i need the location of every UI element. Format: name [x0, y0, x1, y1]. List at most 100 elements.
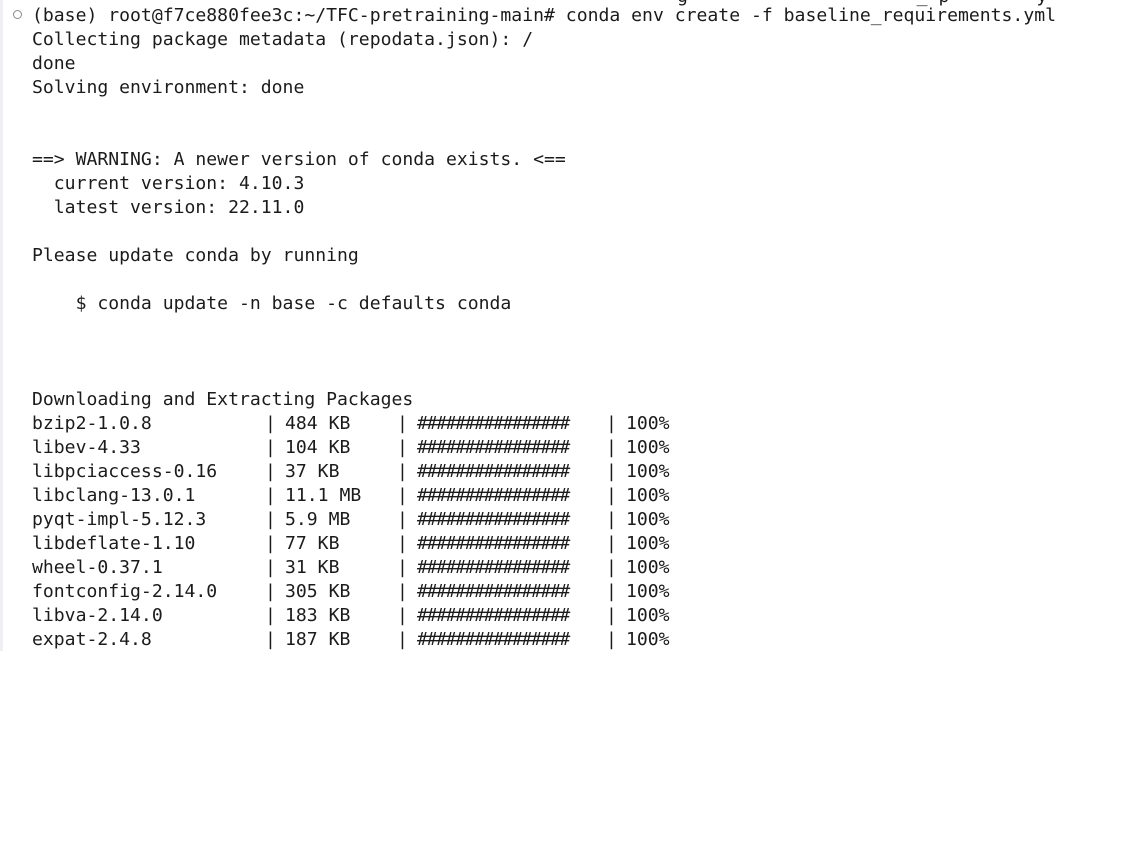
column-separator: | — [265, 581, 276, 602]
package-size: 77 KB — [285, 533, 340, 554]
column-separator: | — [397, 605, 408, 626]
progress-percent: 100% — [626, 413, 670, 434]
column-separator: | — [397, 581, 408, 602]
update-hint-line: Please update conda by running — [32, 245, 359, 266]
shell-prompt: (base) root@f7ce880fee3c:~/TFC-pretraini… — [32, 5, 555, 26]
previous-line-fragment: g _ p y — [677, 0, 1047, 9]
column-separator: | — [265, 485, 276, 506]
progress-percent: 100% — [626, 437, 670, 458]
progress-bar: ################ — [417, 629, 570, 650]
column-separator: | — [397, 437, 408, 458]
column-separator: | — [265, 629, 276, 650]
package-name: wheel-0.37.1 — [32, 557, 163, 578]
warning-line: ==> WARNING: A newer version of conda ex… — [32, 149, 566, 170]
progress-bar: ################ — [417, 581, 570, 602]
package-row: libclang-13.0.1 | 11.1 MB | ############… — [32, 484, 1145, 508]
output-line: done — [32, 53, 76, 74]
package-row: libdeflate-1.10 | 77 KB | ##############… — [32, 532, 1145, 556]
column-separator: | — [606, 557, 617, 578]
package-name: libclang-13.0.1 — [32, 485, 196, 506]
progress-percent: 100% — [626, 461, 670, 482]
column-separator: | — [265, 557, 276, 578]
package-size: 31 KB — [285, 557, 340, 578]
package-name: libpciaccess-0.16 — [32, 461, 218, 482]
terminal-output[interactable]: g _ p y (base) root@f7ce880fee3c:~/TFC-p… — [32, 0, 1145, 652]
column-separator: | — [397, 533, 408, 554]
package-name: libdeflate-1.10 — [32, 533, 196, 554]
progress-percent: 100% — [626, 581, 670, 602]
package-row: wheel-0.37.1 | 31 KB | ################ … — [32, 556, 1145, 580]
output-block: Collecting package metadata (repodata.js… — [32, 28, 1145, 412]
progress-percent: 100% — [626, 629, 670, 650]
column-separator: | — [606, 533, 617, 554]
package-size: 11.1 MB — [285, 485, 362, 506]
package-row: bzip2-1.0.8 | 484 KB | ################ … — [32, 412, 1145, 436]
column-separator: | — [606, 413, 617, 434]
progress-percent: 100% — [626, 485, 670, 506]
progress-bar: ################ — [417, 509, 570, 530]
package-name: pyqt-impl-5.12.3 — [32, 509, 207, 530]
column-separator: | — [606, 437, 617, 458]
package-size: 484 KB — [285, 413, 351, 434]
package-size: 305 KB — [285, 581, 351, 602]
column-separator: | — [606, 605, 617, 626]
package-row: libpciaccess-0.16 | 37 KB | ############… — [32, 460, 1145, 484]
column-separator: | — [265, 605, 276, 626]
progress-bar: ################ — [417, 533, 570, 554]
column-separator: | — [265, 437, 276, 458]
package-size: 187 KB — [285, 629, 351, 650]
column-separator: | — [606, 461, 617, 482]
package-size: 104 KB — [285, 437, 351, 458]
progress-bar: ################ — [417, 437, 570, 458]
progress-bar: ################ — [417, 605, 570, 626]
progress-bar: ################ — [417, 557, 570, 578]
current-version-line: current version: 4.10.3 — [32, 173, 305, 194]
progress-bar: ################ — [417, 413, 570, 434]
package-name: libva-2.14.0 — [32, 605, 163, 626]
column-separator: | — [265, 413, 276, 434]
column-separator: | — [606, 485, 617, 506]
progress-bar: ################ — [417, 485, 570, 506]
package-row: fontconfig-2.14.0 | 305 KB | ###########… — [32, 580, 1145, 604]
update-command-line: $ conda update -n base -c defaults conda — [32, 293, 512, 314]
package-row: libev-4.33 | 104 KB | ################ |… — [32, 436, 1145, 460]
package-row: expat-2.4.8 | 187 KB | ################ … — [32, 628, 1145, 652]
package-name: expat-2.4.8 — [32, 629, 152, 650]
command-status-circle-icon[interactable] — [13, 10, 22, 19]
output-line: Solving environment: done — [32, 77, 305, 98]
progress-percent: 100% — [626, 557, 670, 578]
column-separator: | — [397, 413, 408, 434]
package-row: libva-2.14.0 | 183 KB | ################… — [32, 604, 1145, 628]
output-line: Collecting package metadata (repodata.js… — [32, 29, 534, 50]
column-separator: | — [397, 629, 408, 650]
column-separator: | — [265, 533, 276, 554]
package-name: fontconfig-2.14.0 — [32, 581, 218, 602]
column-separator: | — [397, 557, 408, 578]
progress-bar: ################ — [417, 461, 570, 482]
column-separator: | — [606, 509, 617, 530]
package-name: libev-4.33 — [32, 437, 141, 458]
latest-version-line: latest version: 22.11.0 — [32, 197, 305, 218]
column-separator: | — [397, 461, 408, 482]
column-separator: | — [606, 581, 617, 602]
column-separator: | — [606, 629, 617, 650]
package-size: 37 KB — [285, 461, 340, 482]
downloading-header: Downloading and Extracting Packages — [32, 389, 414, 410]
package-row: pyqt-impl-5.12.3 | 5.9 MB | ############… — [32, 508, 1145, 532]
package-size: 5.9 MB — [285, 509, 351, 530]
column-separator: | — [265, 461, 276, 482]
package-size: 183 KB — [285, 605, 351, 626]
progress-percent: 100% — [626, 533, 670, 554]
package-list: bzip2-1.0.8 | 484 KB | ################ … — [32, 412, 1145, 652]
column-separator: | — [397, 485, 408, 506]
progress-percent: 100% — [626, 605, 670, 626]
terminal-gutter — [0, 0, 3, 651]
progress-percent: 100% — [626, 509, 670, 530]
